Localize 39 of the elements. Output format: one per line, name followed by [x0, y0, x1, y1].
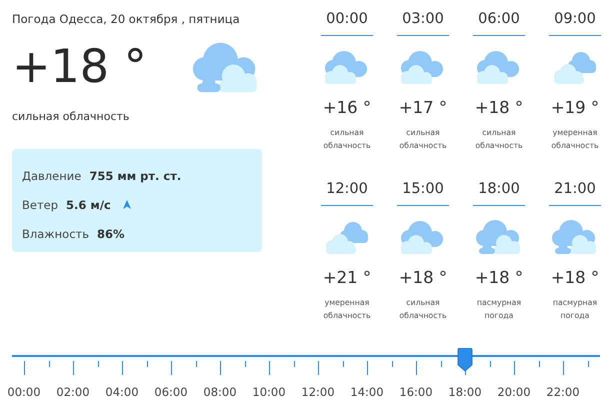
detail-value: 755 мм рт. ст.: [89, 168, 182, 182]
time-label: 20:00: [496, 385, 532, 399]
time-label: 22:00: [545, 385, 581, 399]
time-label: 16:00: [398, 385, 434, 399]
wind-direction-icon: [122, 200, 131, 209]
forecast-temperature: +21 °: [322, 268, 372, 287]
forecast-temperature: +16 °: [322, 98, 372, 117]
timeline-handle[interactable]: [457, 348, 473, 372]
forecast-time: 03:00: [397, 11, 449, 36]
detail-label: Влажность: [22, 226, 90, 240]
page-title: Погода Одесса, 20 октября , пятница: [12, 12, 241, 26]
time-label: 12:00: [300, 385, 336, 399]
time-label: 18:00: [447, 385, 483, 399]
forecast-time: 06:00: [473, 11, 525, 36]
current-temperature: +18 °: [12, 39, 148, 93]
detail-value: 5.6 м/с: [66, 198, 111, 212]
forecast-temperature: +18 °: [474, 98, 524, 117]
current-condition: сильная облачность: [12, 110, 130, 123]
detail-label: Давление: [22, 168, 82, 182]
detail-value: 86%: [97, 226, 125, 240]
detail-label: Ветер: [22, 198, 58, 212]
time-label: 00:00: [6, 385, 42, 399]
forecast-temperature: +18 °: [398, 268, 448, 287]
forecast-time: 00:00: [321, 11, 373, 36]
time-label: 04:00: [104, 385, 140, 399]
forecast-time: 21:00: [549, 181, 601, 206]
time-label: 10:00: [251, 385, 287, 399]
forecast-time: 12:00: [321, 181, 373, 206]
time-label: 08:00: [202, 385, 238, 399]
forecast-temperature: +18 °: [550, 268, 600, 287]
forecast-time: 09:00: [549, 11, 601, 36]
time-label: 06:00: [153, 385, 189, 399]
forecast-temperature: +19 °: [550, 98, 600, 117]
forecast-temperature: +18 °: [474, 268, 524, 287]
time-label: 02:00: [55, 385, 91, 399]
forecast-temperature: +17 °: [398, 98, 448, 117]
forecast-time: 15:00: [397, 181, 449, 206]
forecast-time: 18:00: [473, 181, 525, 206]
time-label: 14:00: [349, 385, 385, 399]
